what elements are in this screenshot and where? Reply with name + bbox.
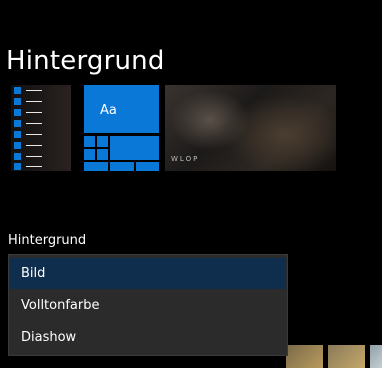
background-label: Hintergrund [8, 233, 87, 248]
preview-tile-text: Aa [100, 103, 117, 118]
wallpaper-thumbnail[interactable] [286, 345, 323, 368]
background-type-dropdown[interactable]: Bild Volltonfarbe Diashow [8, 254, 288, 356]
preview-menu-row [14, 142, 74, 149]
preview-wide-tile [110, 136, 159, 160]
preview-menu-row [14, 98, 74, 105]
preview-small-tile [136, 162, 159, 171]
preview-menu-row [14, 109, 74, 116]
preview-text-tile: Aa [84, 85, 159, 133]
page-title: Hintergrund [6, 46, 165, 76]
preview-small-tile [97, 136, 108, 147]
wallpaper-thumbnails [286, 345, 382, 368]
preview-menu-row [14, 163, 74, 170]
preview-start-menu [11, 85, 71, 171]
dropdown-option-volltonfarbe[interactable]: Volltonfarbe [9, 290, 287, 322]
wallpaper-watermark: WLOP [171, 155, 200, 163]
dropdown-option-bild[interactable]: Bild [10, 258, 286, 289]
dropdown-option-diashow[interactable]: Diashow [9, 322, 287, 354]
preview-small-tile [110, 162, 134, 171]
preview-wallpaper: WLOP [165, 85, 336, 171]
preview-small-tile [84, 136, 95, 147]
preview-menu-row [14, 153, 74, 160]
background-preview: Aa WLOP [11, 85, 336, 171]
wallpaper-thumbnail[interactable] [370, 345, 382, 368]
preview-small-tile [97, 149, 108, 160]
preview-menu-row [14, 131, 74, 138]
preview-tiles: Aa [84, 85, 159, 171]
preview-menu-row [14, 87, 74, 94]
preview-small-tile [84, 162, 108, 171]
wallpaper-thumbnail[interactable] [328, 345, 365, 368]
preview-menu-row [14, 120, 74, 127]
preview-small-tile [84, 149, 95, 160]
